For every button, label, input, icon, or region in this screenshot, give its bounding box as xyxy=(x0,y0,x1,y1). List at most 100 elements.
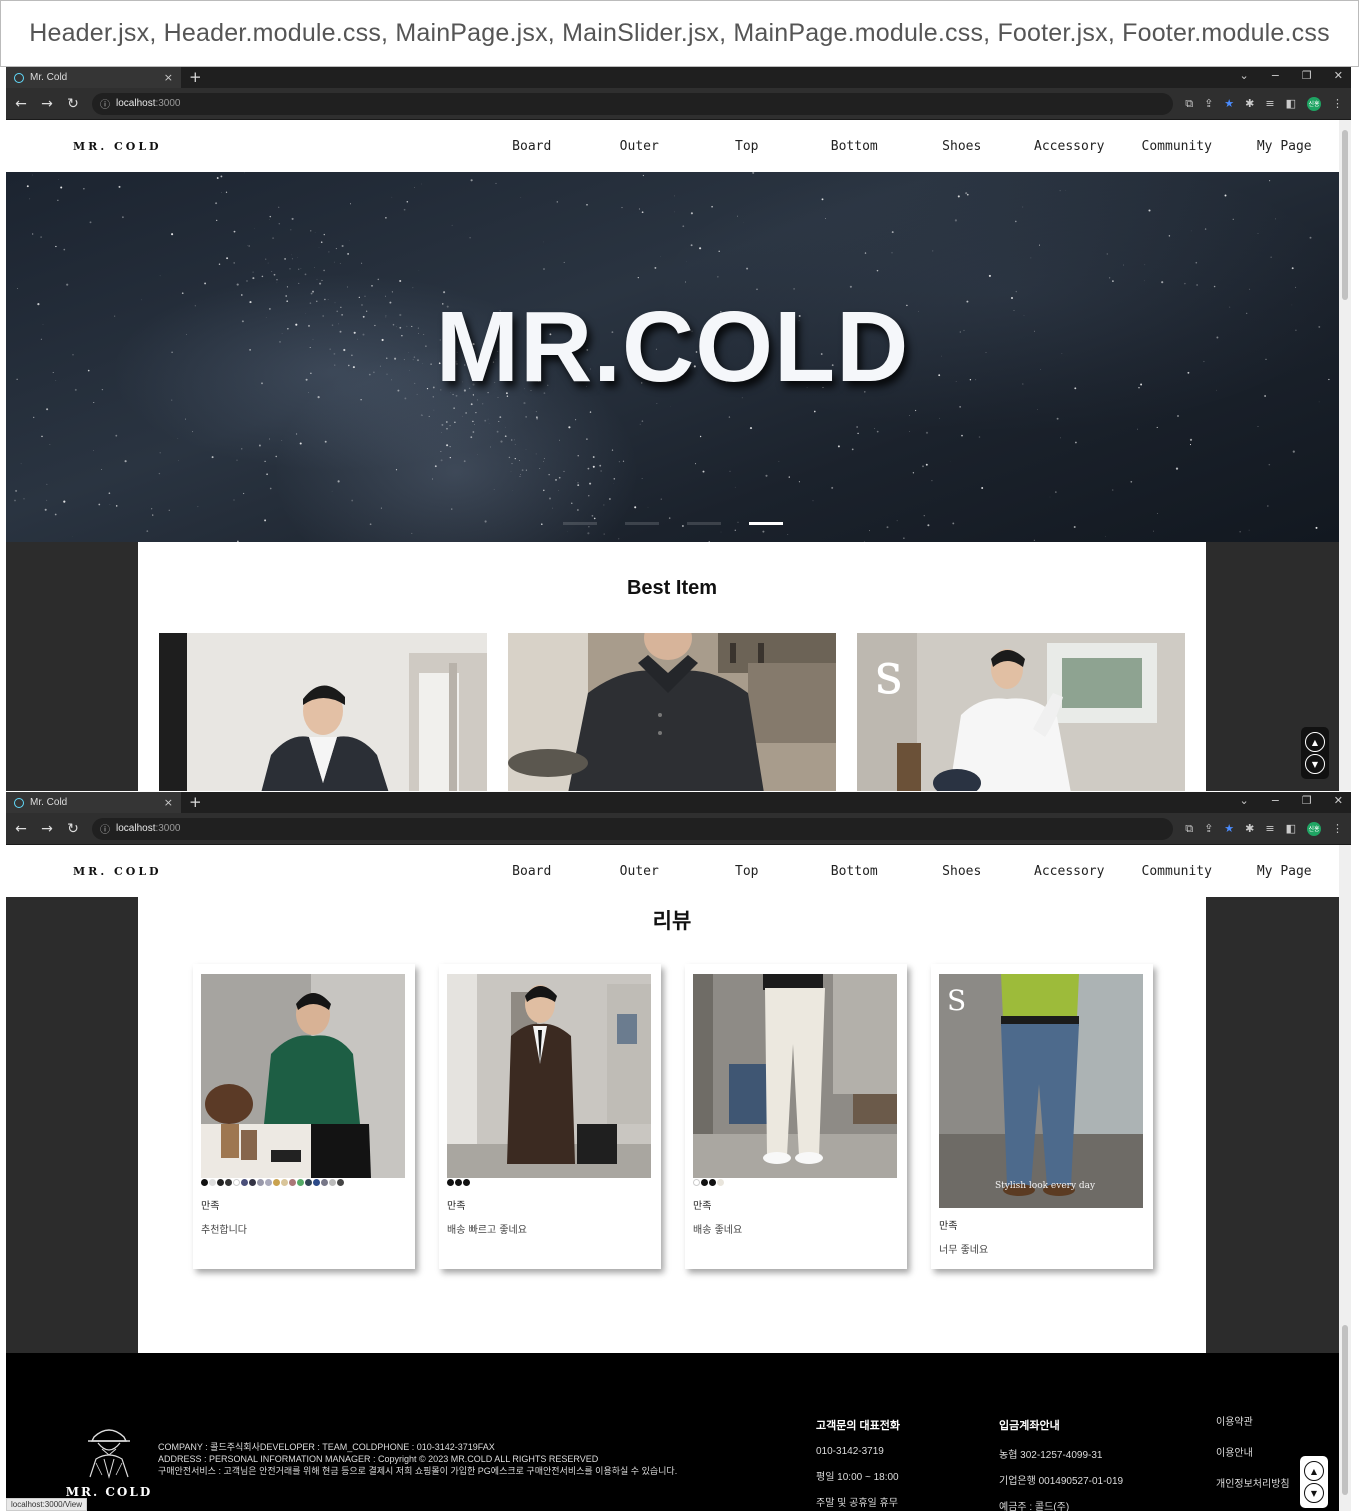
reload-icon[interactable]: ↻ xyxy=(66,96,80,112)
tab-close-icon[interactable]: × xyxy=(164,796,173,809)
nav-shoes[interactable]: Shoes xyxy=(908,864,1016,879)
main-nav: Board Outer Top Bottom Shoes Accessory C… xyxy=(478,845,1339,897)
side-panel-icon[interactable]: ◧ xyxy=(1286,822,1296,835)
hero-slider[interactable]: MR.COLD xyxy=(6,172,1339,542)
minimize-button[interactable]: − xyxy=(1271,69,1280,82)
scroll-down-icon[interactable]: ▼ xyxy=(1305,754,1325,774)
privacy-link[interactable]: 개인정보처리방침 xyxy=(1216,1475,1290,1490)
nav-bottom[interactable]: Bottom xyxy=(801,139,909,154)
tab-search-icon[interactable]: ⌄ xyxy=(1239,794,1248,807)
close-window-button[interactable]: ✕ xyxy=(1334,794,1343,807)
scroll-up-icon[interactable]: ▲ xyxy=(1304,1461,1324,1481)
bookmark-star-icon[interactable]: ★ xyxy=(1224,97,1234,110)
site-logo[interactable]: MR. COLD xyxy=(73,865,162,878)
nav-shoes[interactable]: Shoes xyxy=(908,139,1016,154)
guide-link[interactable]: 이용안내 xyxy=(1216,1444,1290,1459)
browser-tab[interactable]: Mr. Cold × xyxy=(6,67,181,88)
browser-toolbar: ⧉ ⇪ ★ ✱ ≡ ◧ 신홍 ⋮ xyxy=(1185,821,1343,836)
nav-board[interactable]: Board xyxy=(478,139,586,154)
nav-outer[interactable]: Outer xyxy=(586,139,694,154)
best-item-image-3[interactable]: S xyxy=(857,633,1185,791)
forward-icon[interactable]: → xyxy=(40,96,54,112)
restore-button[interactable]: ❐ xyxy=(1302,69,1312,82)
best-item-image-1[interactable] xyxy=(159,633,487,791)
extensions-icon[interactable]: ✱ xyxy=(1245,822,1254,835)
browser-window-bottom: Mr. Cold × + ⌄ − ❐ ✕ ← → ↻ ⓘ localhost:3… xyxy=(6,792,1351,1511)
bank-title: 입금계좌안내 xyxy=(999,1420,1060,1432)
nav-board[interactable]: Board xyxy=(478,864,586,879)
page-scrollbar[interactable] xyxy=(1339,120,1351,791)
nav-bottom[interactable]: Bottom xyxy=(801,864,909,879)
forward-icon[interactable]: → xyxy=(40,821,54,837)
bookmark-star-icon[interactable]: ★ xyxy=(1224,822,1234,835)
open-external-icon[interactable]: ⧉ xyxy=(1185,97,1193,111)
nav-my-page[interactable]: My Page xyxy=(1231,864,1339,879)
footer-logo[interactable]: MR. COLD xyxy=(64,1421,154,1499)
scrollbar-thumb[interactable] xyxy=(1342,130,1348,300)
review-photo xyxy=(693,974,897,1178)
minimize-button[interactable]: − xyxy=(1271,794,1280,807)
nav-my-page[interactable]: My Page xyxy=(1231,139,1339,154)
slider-pagination xyxy=(563,522,783,525)
reload-icon[interactable]: ↻ xyxy=(66,821,80,837)
terms-link[interactable]: 이용약관 xyxy=(1216,1413,1290,1428)
best-item-section: Best Item S xyxy=(138,542,1206,791)
back-icon[interactable]: ← xyxy=(14,821,28,837)
scroll-up-icon[interactable]: ▲ xyxy=(1305,732,1325,752)
review-card[interactable]: 만족 배송 빠르고 좋네요 xyxy=(439,964,661,1269)
back-icon[interactable]: ← xyxy=(14,96,28,112)
bank-account-2: 기업은행 001490527-01-019 xyxy=(999,1476,1124,1487)
nav-community[interactable]: Community xyxy=(1123,864,1231,879)
scrollbar-thumb[interactable] xyxy=(1342,1325,1348,1495)
browser-tab[interactable]: Mr. Cold × xyxy=(6,792,181,813)
nav-top[interactable]: Top xyxy=(693,139,801,154)
url-field[interactable]: ⓘ localhost:3000 xyxy=(92,817,1174,840)
reading-list-icon[interactable]: ≡ xyxy=(1265,97,1274,110)
review-card[interactable]: S Stylish look every day 만족 너무 좋네요 xyxy=(931,964,1153,1269)
tab-title: Mr. Cold xyxy=(30,797,68,808)
profile-avatar[interactable]: 신홍 xyxy=(1307,96,1321,111)
slider-dot-2[interactable] xyxy=(625,522,659,525)
new-tab-button[interactable]: + xyxy=(189,793,202,811)
share-icon[interactable]: ⇪ xyxy=(1204,822,1213,835)
scroll-down-icon[interactable]: ▼ xyxy=(1304,1483,1324,1503)
share-icon[interactable]: ⇪ xyxy=(1204,97,1213,110)
browser-menu-icon[interactable]: ⋮ xyxy=(1332,97,1343,110)
scroll-top-bottom-widget[interactable]: ▲ ▼ xyxy=(1301,727,1329,779)
slider-dot-1[interactable] xyxy=(563,522,597,525)
side-panel-icon[interactable]: ◧ xyxy=(1286,97,1296,110)
scroll-top-bottom-widget[interactable]: ▲ ▼ xyxy=(1300,1456,1328,1508)
reading-list-icon[interactable]: ≡ xyxy=(1265,822,1274,835)
status-url: localhost:3000/View xyxy=(6,1498,88,1511)
site-logo[interactable]: MR. COLD xyxy=(73,140,162,153)
browser-menu-icon[interactable]: ⋮ xyxy=(1332,822,1343,835)
slider-dot-3[interactable] xyxy=(687,522,721,525)
window-controls: ⌄ − ❐ ✕ xyxy=(1239,794,1343,807)
nav-top[interactable]: Top xyxy=(693,864,801,879)
site-info-icon[interactable]: ⓘ xyxy=(100,96,110,111)
cs-closed: 주말 및 공휴일 휴무 xyxy=(816,1498,898,1509)
new-tab-button[interactable]: + xyxy=(189,68,202,86)
review-rating: 만족 xyxy=(201,1201,220,1212)
page-scrollbar[interactable] xyxy=(1339,845,1351,1511)
review-card[interactable]: 만족 추천합니다 xyxy=(193,964,415,1269)
profile-avatar[interactable]: 신홍 xyxy=(1307,821,1321,836)
react-favicon-icon xyxy=(14,72,24,83)
color-swatches xyxy=(447,1179,470,1186)
slider-dot-4[interactable] xyxy=(749,522,783,525)
open-external-icon[interactable]: ⧉ xyxy=(1185,822,1193,836)
best-item-image-2[interactable] xyxy=(508,633,836,791)
nav-outer[interactable]: Outer xyxy=(586,864,694,879)
tab-close-icon[interactable]: × xyxy=(164,71,173,84)
nav-accessory[interactable]: Accessory xyxy=(1016,864,1124,879)
review-card[interactable]: 만족 배송 좋네요 xyxy=(685,964,907,1269)
tab-search-icon[interactable]: ⌄ xyxy=(1239,69,1248,82)
restore-button[interactable]: ❐ xyxy=(1302,794,1312,807)
nav-community[interactable]: Community xyxy=(1123,139,1231,154)
window-controls: ⌄ − ❐ ✕ xyxy=(1239,69,1343,82)
site-info-icon[interactable]: ⓘ xyxy=(100,821,110,836)
url-field[interactable]: ⓘ localhost:3000 xyxy=(92,92,1174,115)
nav-accessory[interactable]: Accessory xyxy=(1016,139,1124,154)
extensions-icon[interactable]: ✱ xyxy=(1245,97,1254,110)
close-window-button[interactable]: ✕ xyxy=(1334,69,1343,82)
